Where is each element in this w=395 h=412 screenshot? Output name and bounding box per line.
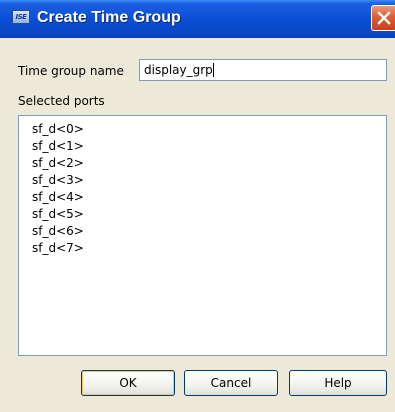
port-list-item[interactable]: sf_d<4> <box>32 189 386 206</box>
port-list-item[interactable]: sf_d<7> <box>32 240 386 257</box>
time-group-name-value: display_grp <box>144 63 213 77</box>
help-button[interactable]: Help <box>289 370 387 396</box>
title-bar[interactable]: ISE Create Time Group <box>0 0 395 38</box>
selected-ports-list[interactable]: sf_d<0> sf_d<1> sf_d<2> sf_d<3> sf_d<4> sf_d<… <box>18 115 387 356</box>
time-group-name-label: Time group name <box>18 64 124 78</box>
port-list-item[interactable]: sf_d<3> <box>32 172 386 189</box>
port-list-item[interactable]: sf_d<6> <box>32 223 386 240</box>
ise-app-icon: ISE <box>12 10 30 24</box>
port-list-item[interactable]: sf_d<2> <box>32 155 386 172</box>
ok-button[interactable]: OK <box>81 370 175 396</box>
time-group-name-input[interactable]: display_grp <box>139 59 387 81</box>
window-title: Create Time Group <box>37 9 181 26</box>
close-icon <box>377 11 391 25</box>
text-caret <box>212 63 214 77</box>
port-list-item[interactable]: sf_d<0> <box>32 121 386 138</box>
close-button[interactable] <box>371 5 395 31</box>
selected-ports-label: Selected ports <box>18 94 105 108</box>
cancel-button[interactable]: Cancel <box>184 370 278 396</box>
create-time-group-dialog: ISE Create Time Group Time group name di… <box>0 0 395 412</box>
port-list-item[interactable]: sf_d<5> <box>32 206 386 223</box>
port-list-item[interactable]: sf_d<1> <box>32 138 386 155</box>
